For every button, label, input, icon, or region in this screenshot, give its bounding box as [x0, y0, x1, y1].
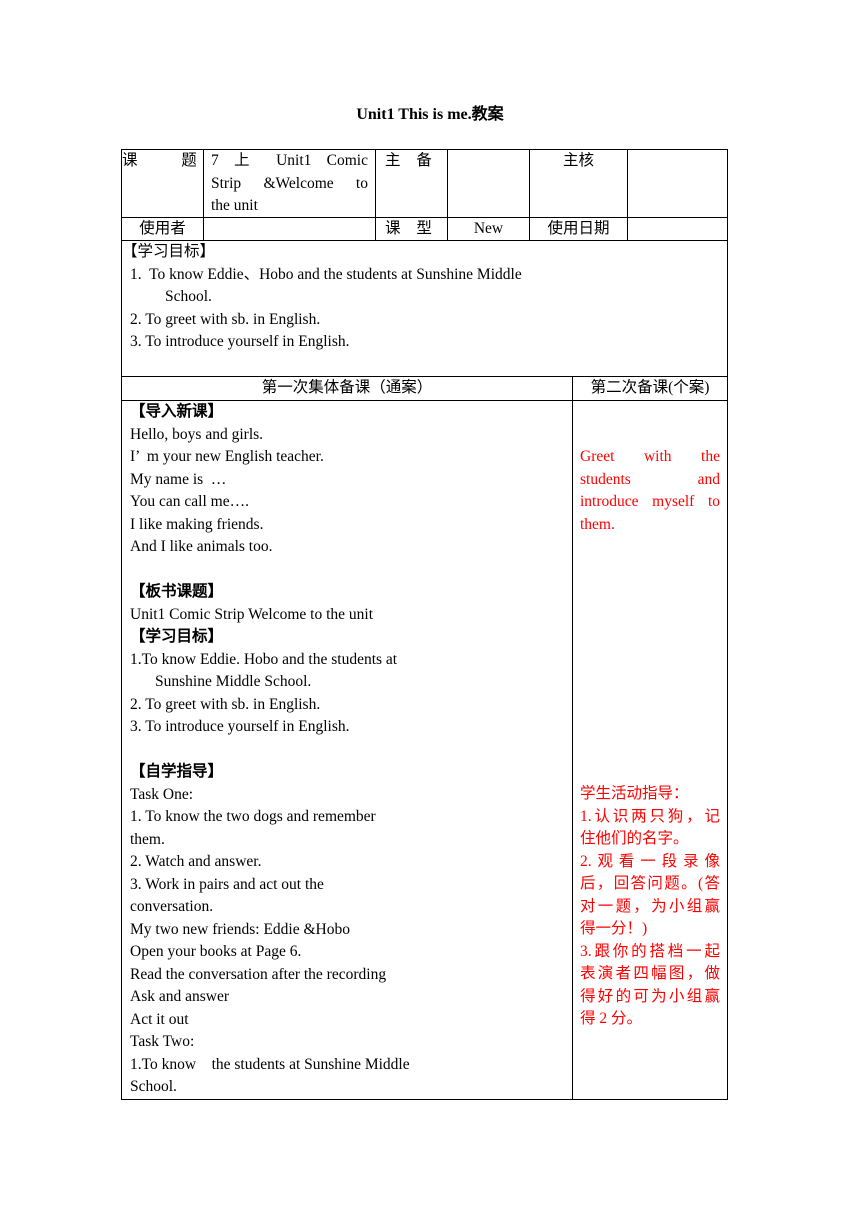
note-line: students and — [580, 470, 720, 488]
self-study-line: Ask and answer — [130, 988, 230, 1005]
student-activity-guide: 学生活动指导： 1.认识两只狗，记 住他们的名字。 2.观看一段录像 后，回答问… — [580, 783, 720, 1031]
topic-label: 课 题 — [122, 152, 209, 169]
table-divider — [572, 376, 573, 1100]
self-study-line: them. — [130, 830, 165, 848]
note-line: 对一题，为小组赢 — [580, 897, 720, 915]
document-title: Unit1 This is me.教案 — [356, 106, 504, 123]
table-border-right — [727, 149, 728, 1100]
lead-in-line: I like making friends. — [130, 515, 264, 533]
note-line: 后，回答问题。(答 — [580, 875, 720, 892]
use-date-label: 使用日期 — [547, 220, 610, 237]
objectives-heading: 【学习目标】 — [122, 243, 216, 260]
objective-item: 2. To greet with sb. in English. — [130, 310, 321, 328]
objective-line: 3. To introduce yourself in English. — [130, 718, 350, 735]
lesson-type-value: New — [473, 220, 504, 237]
reviewer-label: 主核 — [562, 152, 594, 169]
teacher-note-greeting: Greet with the students and introduce my… — [580, 446, 720, 536]
note-line: 表演者四幅图，做 — [580, 965, 720, 982]
reviewer-value[interactable] — [628, 150, 727, 216]
main-prep-value[interactable] — [448, 150, 529, 216]
self-study-line: 1.To know the students at Sunshine Middl… — [130, 1055, 410, 1073]
note-line: 学生活动指导： — [580, 785, 689, 802]
objective-line: 2. To greet with sb. in English. — [130, 695, 321, 713]
self-study-line: 1. To know the two dogs and remember — [130, 808, 376, 825]
user-label: 使用者 — [139, 220, 186, 237]
objectives-section: 【学习目标】 1. To know Eddie、Hobo and the stu… — [122, 241, 727, 354]
note-line: 得好的可为小组赢 — [580, 987, 720, 1005]
right-column-header: 第二次备课(个案) — [590, 379, 710, 396]
lead-in-heading: 【导入新课】 — [130, 403, 224, 420]
self-study-line: School. — [130, 1078, 177, 1095]
self-study-heading: 【自学指导】 — [130, 763, 224, 780]
board-title: Unit1 Comic Strip Welcome to the unit — [130, 605, 373, 623]
note-line: 2.观看一段录像 — [580, 852, 720, 870]
main-prep-label: 主 备 — [385, 152, 438, 169]
note-line: introduce myself to — [580, 493, 720, 510]
self-study-line: 2. Watch and answer. — [130, 853, 262, 870]
topic-value-line: 7 上 Unit1 Comic — [211, 152, 368, 169]
self-study-line: 3. Work in pairs and act out the — [130, 875, 324, 893]
note-line: Greet with the — [580, 448, 720, 465]
objective-item: 1. To know Eddie、Hobo and the students a… — [130, 265, 522, 283]
lead-in-line: Hello, boys and girls. — [130, 425, 264, 443]
topic-value: 7 上 Unit1 Comic Strip &Welcome to the un… — [211, 150, 368, 218]
note-line: 得一分！) — [580, 920, 648, 937]
board-heading: 【板书课题】 — [130, 583, 224, 600]
lesson-type-label: 课 型 — [385, 220, 438, 237]
lead-in-line: I’ m your new English teacher. — [130, 448, 324, 465]
self-study-line: My two new friends: Eddie &Hobo — [130, 920, 350, 938]
self-study-line: Task Two: — [130, 1033, 195, 1050]
user-value[interactable] — [204, 218, 375, 240]
note-line: 得 2 分。 — [580, 1010, 643, 1027]
topic-value-line: Strip &Welcome to — [211, 174, 368, 192]
self-study-line: Read the conversation after the recordin… — [130, 965, 387, 983]
topic-value-line: the unit — [211, 197, 258, 214]
lead-in-line: You can call me…. — [130, 493, 249, 510]
objective-item: 3. To introduce yourself in English. — [130, 333, 350, 350]
left-column-header: 第一次集体备课（通案） — [261, 379, 433, 396]
lead-in-line: And I like animals too. — [130, 538, 273, 555]
table-border-bottom — [121, 1099, 728, 1100]
self-study-line: conversation. — [130, 898, 214, 915]
use-date-value[interactable] — [628, 218, 727, 240]
note-line: 1.认识两只狗，记 — [580, 807, 720, 825]
objective-line: 1.To know Eddie. Hobo and the students a… — [130, 650, 398, 668]
lead-in-line: My name is … — [130, 470, 227, 488]
objective-item: School. — [165, 288, 212, 305]
left-column-content: 【导入新课】 Hello, boys and girls. I’ m your … — [130, 401, 570, 1099]
objective-line: Sunshine Middle School. — [155, 673, 312, 690]
self-study-line: Open your books at Page 6. — [130, 943, 302, 960]
self-study-line: Task One: — [130, 785, 194, 803]
note-line: 3.跟你的搭档一起 — [580, 942, 720, 960]
note-line: 住他们的名字。 — [580, 830, 689, 847]
objectives-heading-2: 【学习目标】 — [130, 628, 224, 645]
self-study-line: Act it out — [130, 1010, 189, 1028]
note-line: them. — [580, 515, 615, 533]
